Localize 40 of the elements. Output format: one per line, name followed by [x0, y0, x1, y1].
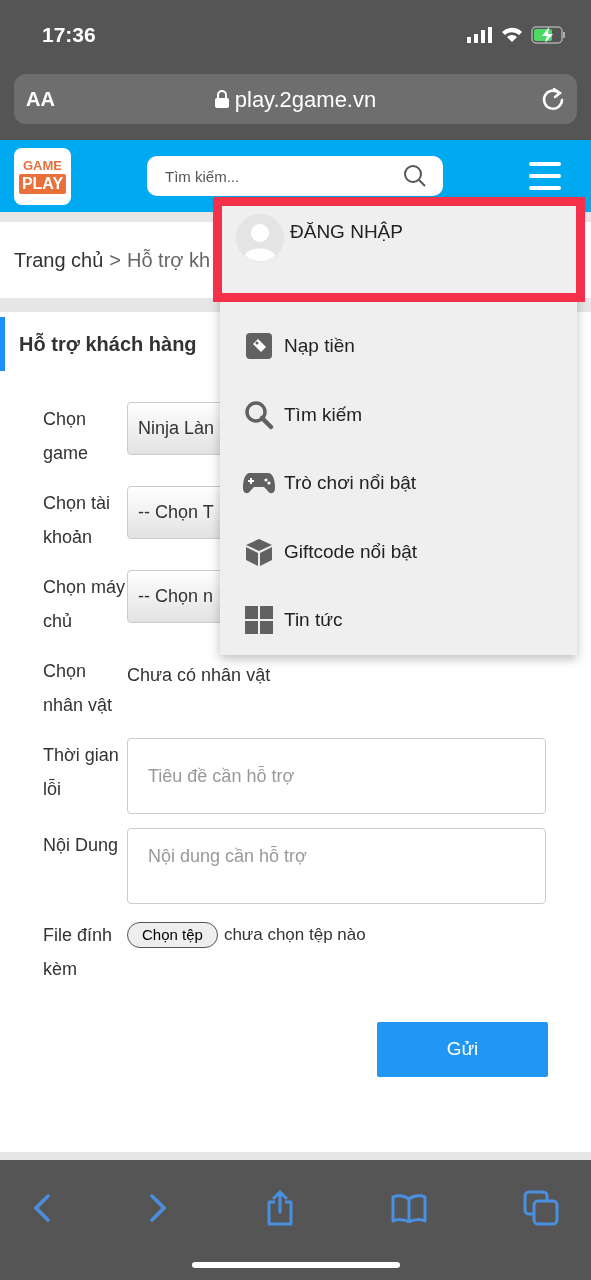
input-field[interactable]: Tiêu đề cần hỗ trợ	[127, 738, 546, 814]
text-size-button[interactable]: AA	[26, 84, 146, 114]
cube-icon	[244, 536, 274, 567]
field-label: Chọn tài khoản	[43, 492, 112, 549]
choose-file-button[interactable]: Chọn tệp	[127, 922, 218, 948]
url-text: play.2game.vn	[234, 85, 377, 114]
breadcrumb-separator: >	[109, 248, 121, 273]
lock-icon	[214, 90, 229, 108]
search-icon	[244, 399, 274, 430]
field-label: Thời gian lỗi	[43, 744, 120, 801]
field-label: Chọn game	[43, 408, 90, 465]
file-status: chưa chọn tệp nào	[223, 924, 366, 946]
wifi-icon	[501, 27, 523, 43]
back-icon[interactable]	[32, 1193, 52, 1223]
breadcrumb-link[interactable]: Trang chủ	[14, 245, 104, 275]
tabs-icon[interactable]	[523, 1190, 559, 1226]
address-bar[interactable]: AA play.2game.vn	[14, 74, 577, 124]
search-icon[interactable]	[403, 164, 427, 188]
menu-item[interactable]: Nạp tiền	[220, 312, 577, 381]
reload-icon[interactable]	[541, 87, 565, 111]
breadcrumb-current: Hỗ trợ kh	[127, 248, 211, 273]
menu-icon[interactable]	[529, 162, 561, 190]
forward-icon[interactable]	[148, 1193, 169, 1223]
book-icon[interactable]	[390, 1193, 427, 1223]
clock: 17:36	[42, 22, 96, 49]
page-title: Hỗ trợ khách hàng	[19, 331, 197, 357]
title-accent-bar	[0, 317, 5, 371]
avatar-icon	[236, 214, 284, 262]
search-field[interactable]: Tìm kiếm...	[147, 156, 443, 196]
battery-charging-icon	[531, 26, 567, 44]
field-label: Chọn máy chủ	[43, 576, 127, 633]
grid-icon	[244, 605, 274, 636]
field-value: Chưa có nhân vật	[127, 664, 271, 687]
text-area[interactable]: Nội dung cần hỗ trợ	[127, 828, 546, 904]
field-label: Chọn nhân vật	[43, 660, 114, 717]
login-link[interactable]: ĐĂNG NHẬP	[290, 218, 403, 247]
field-label: File đính kèm	[43, 924, 114, 981]
tag-icon	[245, 332, 273, 361]
field-label: Nội Dung	[43, 834, 120, 857]
signal-icon	[467, 27, 493, 43]
